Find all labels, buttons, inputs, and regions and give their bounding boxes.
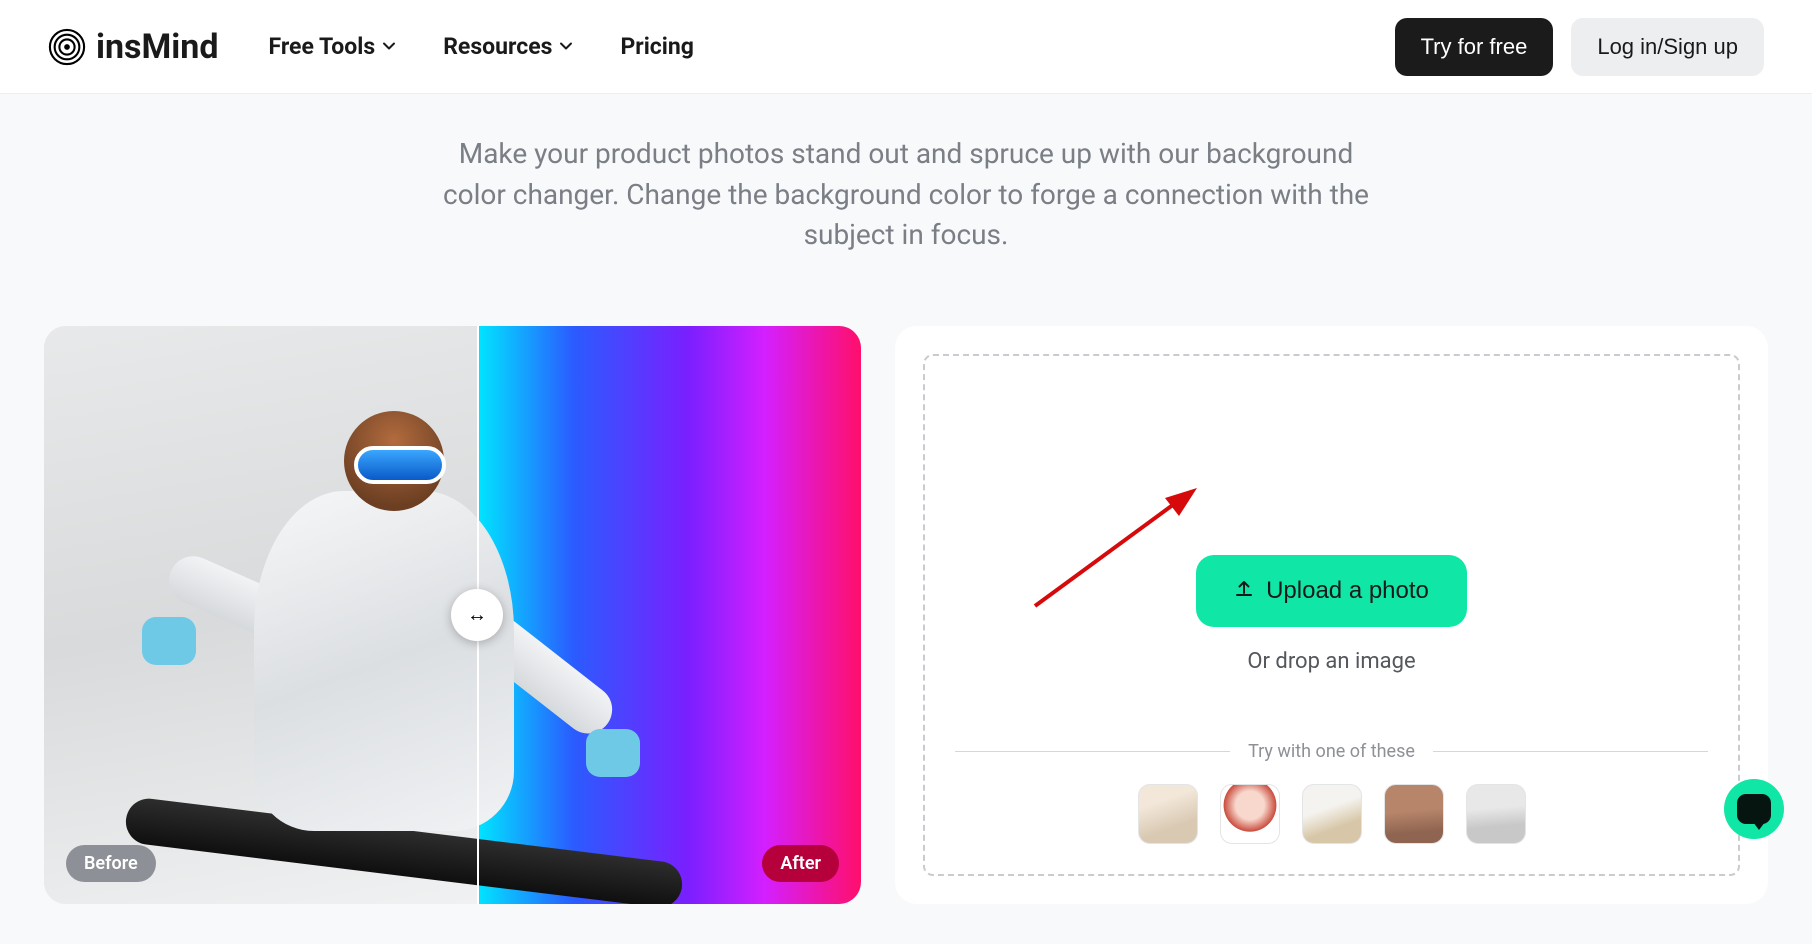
site-header: insMind Free Tools Resources Pricing Try…: [0, 0, 1812, 94]
upload-button-label: Upload a photo: [1266, 577, 1429, 605]
sample-section: Try with one of these: [955, 741, 1708, 844]
brand-logo[interactable]: insMind: [48, 27, 219, 67]
nav-label: Free Tools: [269, 33, 376, 60]
sample-divider: Try with one of these: [955, 741, 1708, 762]
upload-dropzone[interactable]: Upload a photo Or drop an image Try with…: [923, 354, 1740, 876]
before-after-compare: ↔ Before After: [44, 326, 861, 904]
sample-label: Try with one of these: [1248, 741, 1415, 762]
after-badge: After: [762, 845, 839, 882]
nav-label: Resources: [443, 33, 552, 60]
upload-icon: [1234, 577, 1254, 605]
login-signup-button[interactable]: Log in/Sign up: [1571, 18, 1764, 76]
sample-cat[interactable]: [1466, 784, 1526, 844]
nav-label: Pricing: [620, 33, 693, 60]
brand-name: insMind: [96, 27, 219, 67]
drag-horizontal-icon: ↔: [467, 602, 487, 627]
chat-fab[interactable]: [1724, 779, 1784, 839]
try-free-button[interactable]: Try for free: [1395, 18, 1554, 76]
upload-button[interactable]: Upload a photo: [1196, 555, 1467, 627]
before-badge: Before: [66, 845, 156, 882]
main-content: Make your product photos stand out and s…: [0, 94, 1812, 944]
hero-description: Make your product photos stand out and s…: [431, 94, 1381, 326]
chevron-down-icon: [381, 33, 397, 60]
subject-snowboarder-illustration: [104, 371, 601, 904]
upload-panel: Upload a photo Or drop an image Try with…: [895, 326, 1768, 904]
chat-icon: [1737, 794, 1771, 824]
content-row: ↔ Before After Upload a photo Or drop an…: [0, 326, 1812, 944]
compare-slider-handle[interactable]: ↔: [451, 589, 503, 641]
logo-icon: [48, 28, 86, 66]
sample-portrait-woman[interactable]: [1220, 784, 1280, 844]
sample-handbag[interactable]: [1302, 784, 1362, 844]
chevron-down-icon: [558, 33, 574, 60]
header-actions: Try for free Log in/Sign up: [1395, 18, 1764, 76]
main-nav: Free Tools Resources Pricing: [269, 33, 1395, 60]
nav-item-pricing[interactable]: Pricing: [620, 33, 693, 60]
drop-hint: Or drop an image: [1247, 649, 1415, 674]
sample-cosmetics[interactable]: [1138, 784, 1198, 844]
sample-tall-bottle[interactable]: [1384, 784, 1444, 844]
nav-item-resources[interactable]: Resources: [443, 33, 574, 60]
sample-thumbnails: [955, 784, 1708, 844]
nav-item-free-tools[interactable]: Free Tools: [269, 33, 398, 60]
